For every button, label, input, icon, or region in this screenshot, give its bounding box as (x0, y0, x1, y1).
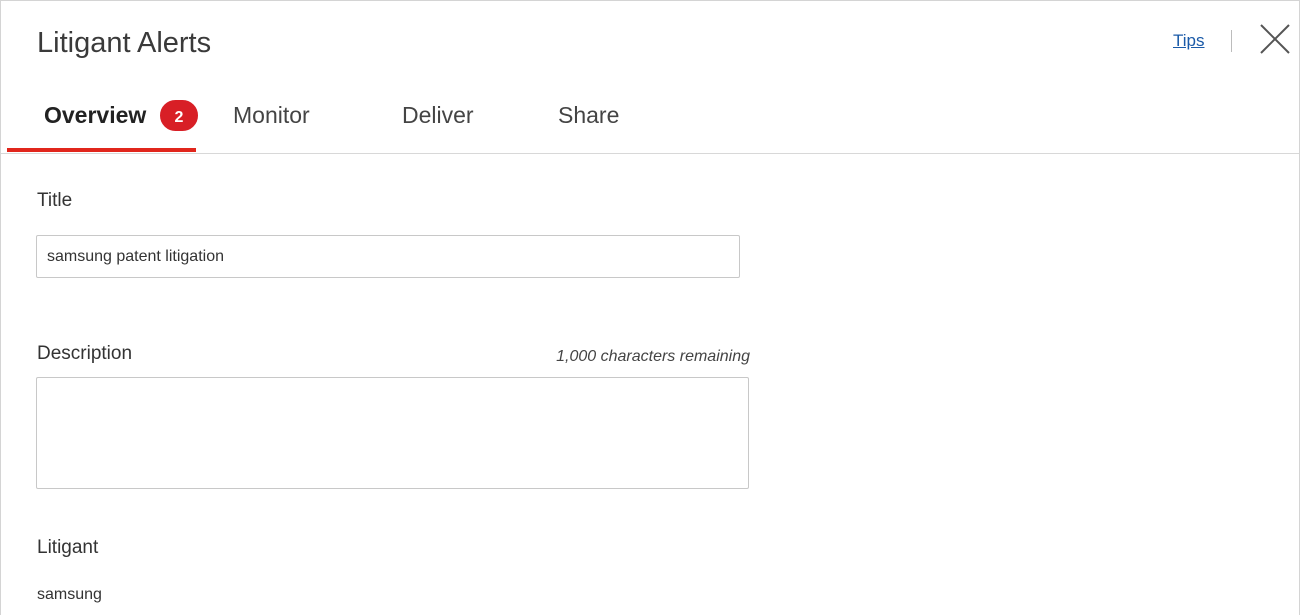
tab-overview[interactable]: Overview (44, 101, 146, 129)
close-button[interactable] (1258, 22, 1292, 56)
tab-share[interactable]: Share (558, 101, 619, 129)
litigant-alerts-dialog: Litigant Alerts Tips Overview Monitor De… (0, 0, 1300, 615)
litigant-label: Litigant (37, 537, 99, 558)
step-badge: 2 (158, 98, 200, 133)
header-divider (1231, 30, 1232, 52)
tab-monitor[interactable]: Monitor (233, 101, 310, 129)
description-label: Description (37, 343, 133, 364)
tips-link[interactable]: Tips (1173, 31, 1205, 51)
description-textarea[interactable] (36, 377, 749, 489)
litigant-value: samsung (37, 586, 102, 603)
active-tab-indicator (7, 148, 196, 152)
tab-deliver[interactable]: Deliver (402, 101, 474, 129)
title-label: Title (37, 190, 73, 211)
title-input[interactable] (36, 235, 740, 278)
close-icon (1260, 24, 1290, 54)
characters-remaining: 1,000 characters remaining (556, 348, 750, 365)
dialog-title: Litigant Alerts (37, 27, 212, 59)
tab-bar: Overview Monitor Deliver Share 2 (1, 83, 1299, 154)
